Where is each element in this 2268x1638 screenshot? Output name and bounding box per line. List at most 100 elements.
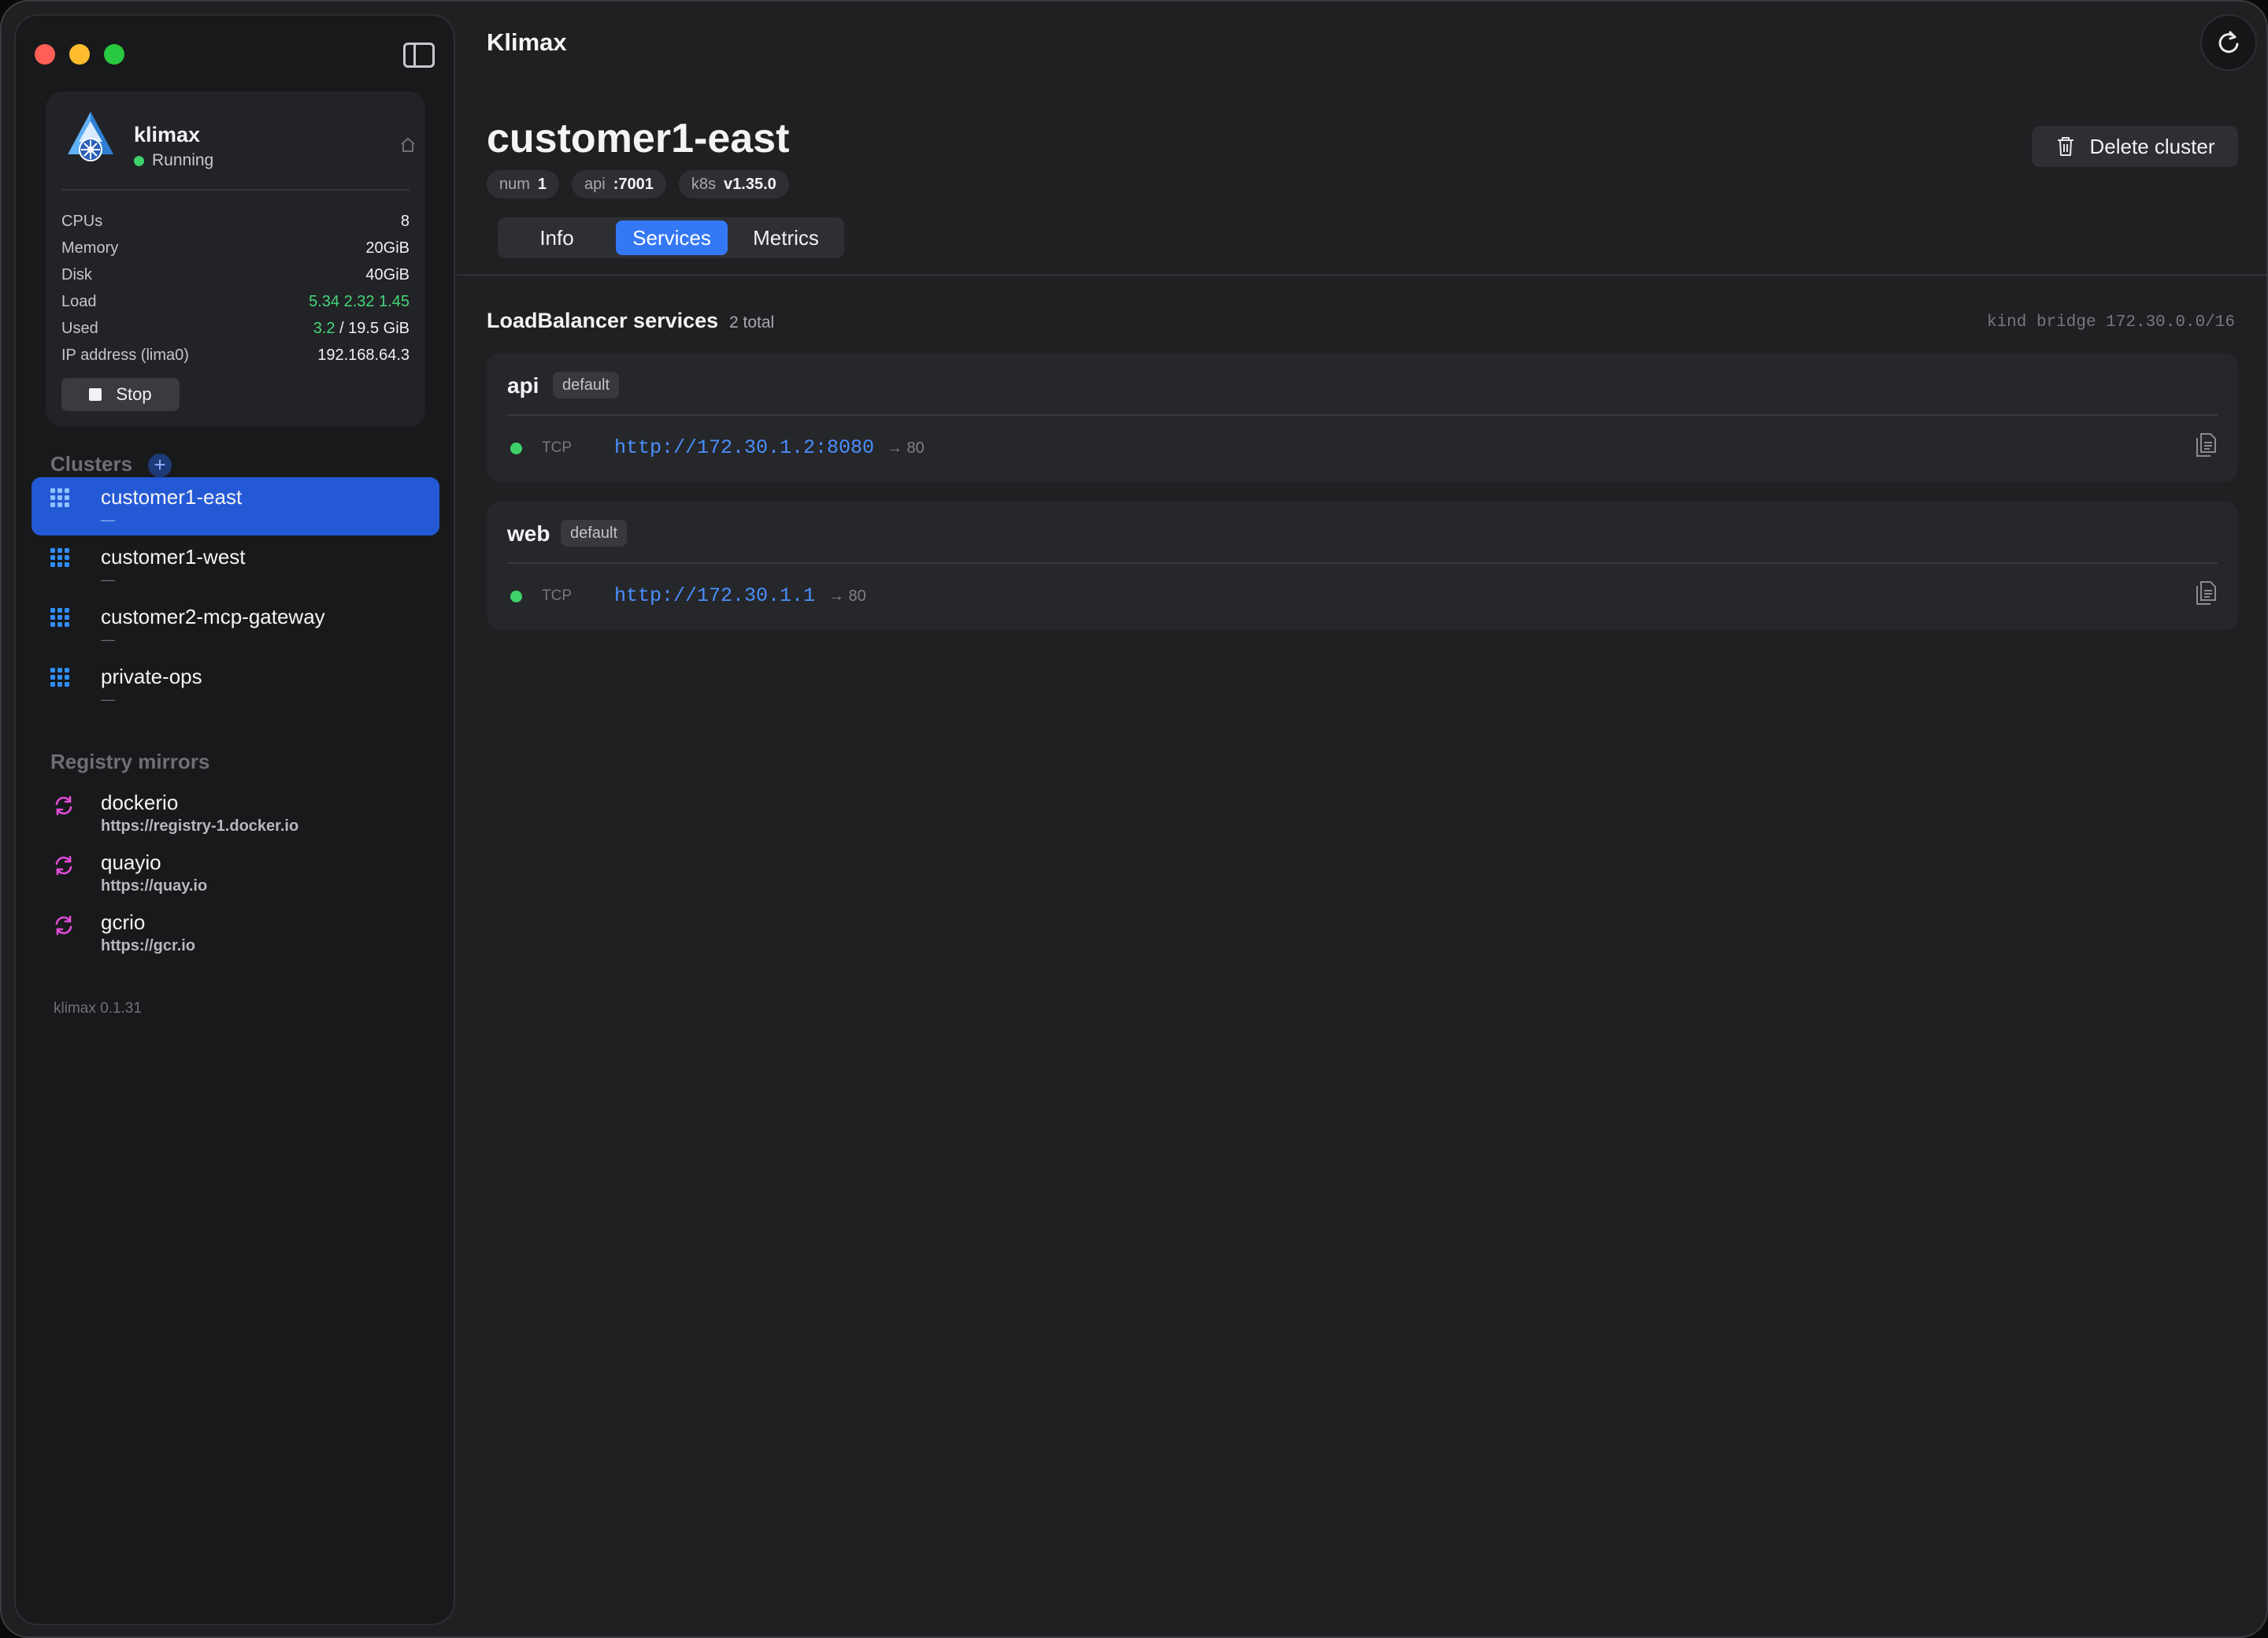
status-dot [510,591,522,602]
tab-services[interactable]: Services [616,220,728,255]
sidebar-item-customer1-east[interactable]: customer1-east — [32,477,439,536]
chip-num: num 1 [487,170,560,198]
target-port: → 80 [887,439,925,457]
stat-label: Memory [61,239,119,257]
stat-value: 8 [400,212,410,230]
page-title: customer1-east [487,116,790,161]
target-port: → 80 [828,587,866,605]
namespace-badge: default [553,372,620,398]
grid-icon [50,548,69,567]
close-window-button[interactable] [35,44,55,65]
mirror-name: gcrio [101,910,146,934]
window-controls [35,44,124,65]
chip-value: v1.35.0 [724,175,776,193]
vm-stats: CPUs 8 Memory 20GiB Disk 40GiB Load 5.34… [61,208,410,369]
tab-bar: Info Services Metrics [498,217,844,258]
status-dot [510,443,522,454]
kubernetes-logo-icon [68,112,113,161]
divider [61,189,410,191]
grid-icon [50,608,69,627]
namespace-badge: default [561,520,628,547]
mirror-name: quayio [101,850,161,874]
delete-cluster-label: Delete cluster [2089,134,2215,158]
cluster-subtitle: — [101,512,115,528]
stat-value: 40GiB [365,265,410,284]
cluster-name: private-ops [101,665,202,688]
service-name: api [507,373,539,398]
divider [507,562,2218,564]
copy-icon[interactable] [2194,432,2218,458]
stat-label: CPUs [61,212,103,230]
refresh-icon [2218,31,2239,54]
vm-name: klimax [134,123,201,146]
cluster-name: customer1-west [101,545,246,569]
sync-icon [55,915,72,936]
vm-status: Running [134,151,213,170]
cluster-subtitle: — [101,691,115,707]
protocol-label: TCP [542,587,572,604]
stat-load: Load 5.34 2.32 1.45 [61,288,410,315]
service-url-link[interactable]: http://172.30.1.2:8080 [614,436,874,459]
stat-label: IP address (lima0) [61,346,189,364]
stop-icon [89,388,102,401]
stop-label: Stop [116,384,152,404]
cluster-chips: num 1 api :7001 k8s v1.35.0 [487,170,789,198]
sync-icon [55,855,72,876]
section-title: LoadBalancer services [487,309,719,332]
total-value: / 19.5 GiB [339,319,410,337]
service-card-web: web default TCP http://172.30.1.1 → 80 [487,501,2238,630]
sidebar-item-private-ops[interactable]: private-ops — [32,657,439,715]
grid-icon [50,488,69,507]
refresh-button[interactable] [2200,14,2257,71]
trash-icon [2057,137,2073,156]
tab-metrics[interactable]: Metrics [731,220,841,255]
bridge-network-label: kind bridge 172.30.0.0/16 [1986,313,2235,332]
app-window: klimax Running CPUs 8 Memory 20GiB Disk … [0,0,2268,1638]
tab-info[interactable]: Info [501,220,613,255]
vm-card: klimax Running CPUs 8 Memory 20GiB Disk … [46,91,425,427]
stat-value: 3.2 / 19.5 GiB [313,320,410,338]
chip-key: num [499,175,530,193]
registry-mirrors-heading: Registry mirrors [50,750,210,773]
add-cluster-button[interactable]: + [148,454,172,477]
sidebar-toggle-icon[interactable] [403,43,435,68]
delete-cluster-button[interactable]: Delete cluster [2032,126,2238,167]
chip-key: api [584,175,606,193]
clusters-heading: Clusters [50,452,133,476]
cluster-name: customer1-east [101,485,243,509]
chip-value: 1 [537,175,547,193]
sidebar-item-gcrio[interactable]: gcrio https://gcr.io [32,904,439,959]
service-name: web [507,521,550,546]
app-title: Klimax [487,28,567,56]
app-version: klimax 0.1.31 [54,1000,142,1017]
sync-icon [55,795,72,816]
home-icon[interactable] [398,135,417,154]
stat-used: Used 3.2 / 19.5 GiB [61,315,410,342]
mirror-url: https://quay.io [101,877,208,895]
sidebar-item-customer1-west[interactable]: customer1-west — [32,537,439,595]
stat-memory: Memory 20GiB [61,235,410,261]
service-url-link[interactable]: http://172.30.1.1 [614,584,815,607]
status-dot [134,155,144,166]
stat-cpus: CPUs 8 [61,208,410,235]
mirror-url: https://registry-1.docker.io [101,817,299,835]
services-count: 2 total [729,313,775,332]
stat-value: 20GiB [365,239,410,257]
zoom-window-button[interactable] [104,44,124,65]
stat-disk: Disk 40GiB [61,261,410,288]
divider [507,414,2218,416]
service-card-api: api default TCP http://172.30.1.2:8080 →… [487,353,2238,482]
chip-key: k8s [691,175,717,193]
chip-api: api :7001 [572,170,666,198]
stop-button[interactable]: Stop [61,378,180,411]
chip-k8s: k8s v1.35.0 [678,170,789,198]
minimize-window-button[interactable] [69,44,90,65]
cluster-subtitle: — [101,572,115,587]
copy-icon[interactable] [2194,580,2218,606]
mirror-name: dockerio [101,791,179,814]
stat-label: Disk [61,265,92,284]
vm-status-label: Running [152,151,214,169]
sidebar-item-customer2-mcp-gateway[interactable]: customer2-mcp-gateway — [32,597,439,655]
sidebar-item-quayio[interactable]: quayio https://quay.io [32,844,439,899]
sidebar-item-dockerio[interactable]: dockerio https://registry-1.docker.io [32,784,439,839]
